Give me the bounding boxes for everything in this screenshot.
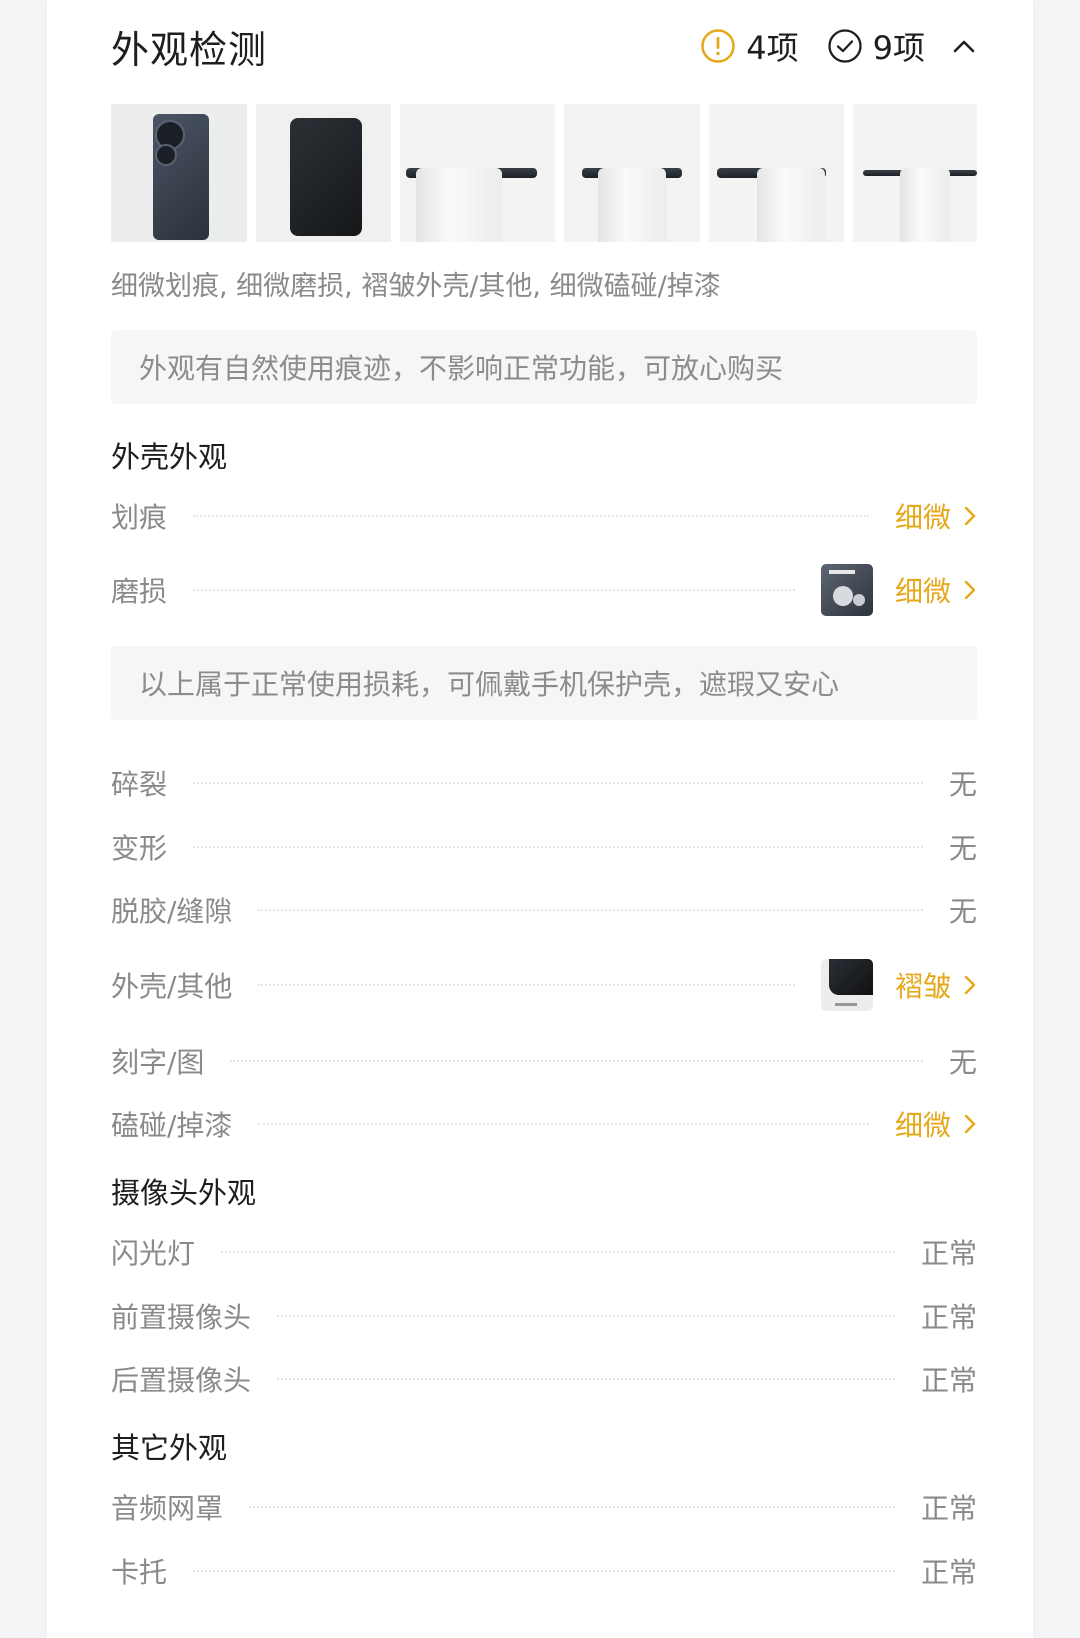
row-value: 细微: [894, 1109, 951, 1142]
row-label: 闪光灯: [111, 1237, 196, 1270]
photo-side-1[interactable]: [400, 104, 555, 242]
inspection-row-rear-camera: 后置摄像头 正常: [111, 1353, 977, 1405]
photo-back[interactable]: [111, 104, 247, 242]
warning-count-label: 4项: [746, 29, 799, 67]
appearance-note: 外观有自然使用痕迹，不影响正常功能，可放心购买: [111, 330, 977, 404]
row-label: 磕碰/掉漆: [111, 1109, 233, 1142]
row-label: 后置摄像头: [111, 1364, 252, 1397]
section-shell-title: 外壳外观: [111, 440, 228, 474]
row-value: 无: [948, 768, 977, 801]
check-circle-icon: [827, 29, 862, 63]
wear-photo-thumbnail[interactable]: [820, 564, 873, 616]
row-label: 刻字/图: [111, 1046, 205, 1079]
row-label: 外壳/其他: [111, 970, 233, 1003]
leader-line: [249, 1506, 895, 1508]
row-value: 正常: [920, 1492, 977, 1525]
inspection-row-front-camera: 前置摄像头 正常: [111, 1290, 977, 1342]
row-label: 前置摄像头: [111, 1301, 252, 1334]
inspection-row-engraving: 刻字/图 无: [111, 1035, 977, 1087]
row-label: 卡托: [111, 1556, 168, 1589]
photo-front[interactable]: [255, 104, 392, 242]
defect-summary: 细微划痕, 细微磨损, 褶皱外壳/其他, 细微磕碰/掉漆: [111, 271, 721, 302]
leader-line: [230, 1060, 923, 1062]
leader-line: [221, 1251, 895, 1253]
leader-line: [258, 1123, 869, 1125]
leader-line: [193, 1570, 895, 1572]
leader-line: [277, 1378, 895, 1380]
row-label: 碎裂: [111, 768, 168, 801]
chevron-right-icon: [963, 973, 977, 997]
warning-icon: [701, 29, 735, 63]
row-value: 正常: [920, 1237, 977, 1270]
row-value: 褶皱: [894, 970, 951, 1003]
wear-note: 以上属于正常使用损耗，可佩戴手机保护壳，遮瑕又安心: [111, 646, 977, 720]
inspection-row-shell-other[interactable]: 外壳/其他 褶皱: [111, 959, 977, 1011]
inspection-row-crack: 碎裂 无: [111, 757, 977, 809]
row-value: 无: [948, 895, 977, 928]
row-value: 无: [948, 1046, 977, 1079]
row-label: 划痕: [111, 501, 168, 534]
pass-count: 9项: [827, 23, 925, 69]
photo-side-4[interactable]: [853, 104, 978, 242]
leader-line: [193, 782, 923, 784]
leader-line: [193, 589, 795, 591]
chevron-right-icon: [963, 578, 977, 602]
shell-photo-thumbnail[interactable]: [820, 959, 873, 1011]
inspection-row-speaker-mesh: 音频网罩 正常: [111, 1481, 977, 1533]
row-value: 正常: [920, 1364, 977, 1397]
inspection-row-deform: 变形 无: [111, 821, 977, 873]
row-label: 磨损: [111, 575, 168, 608]
leader-line: [277, 1315, 895, 1317]
inspection-row-flash: 闪光灯 正常: [111, 1226, 977, 1278]
chevron-up-icon: [953, 40, 975, 53]
row-label: 音频网罩: [111, 1492, 224, 1525]
card-header: 外观检测 4项 9项: [111, 18, 977, 74]
inspection-row-gap: 脱胶/缝隙 无: [111, 884, 977, 936]
row-value: 细微: [894, 575, 951, 608]
collapse-button[interactable]: [951, 33, 977, 59]
pass-count-label: 9项: [872, 29, 925, 67]
row-value: 正常: [920, 1556, 977, 1589]
inspection-row-wear[interactable]: 磨损 细微: [111, 564, 977, 616]
row-label: 变形: [111, 832, 168, 865]
warning-count: 4项: [700, 23, 799, 69]
row-value: 细微: [894, 501, 951, 534]
chevron-right-icon: [963, 504, 977, 528]
photo-gallery: [111, 104, 978, 242]
appearance-inspection-card: 外观检测 4项 9项 细微划痕, 细微磨损, 褶皱外壳/其他, 细微磕碰/掉漆 …: [47, 0, 1033, 1638]
row-value: 无: [948, 832, 977, 865]
row-label: 脱胶/缝隙: [111, 895, 233, 928]
section-camera-title: 摄像头外观: [111, 1176, 257, 1210]
photo-side-2[interactable]: [564, 104, 700, 242]
photo-side-3[interactable]: [708, 104, 845, 242]
leader-line: [193, 515, 869, 517]
inspection-row-scratch[interactable]: 划痕 细微: [111, 490, 977, 542]
inspection-row-sim-tray: 卡托 正常: [111, 1545, 977, 1597]
page-title: 外观检测: [111, 27, 268, 72]
inspection-row-dent[interactable]: 磕碰/掉漆 细微: [111, 1098, 977, 1150]
leader-line: [258, 984, 795, 986]
leader-line: [258, 909, 923, 911]
chevron-right-icon: [963, 1112, 977, 1136]
leader-line: [193, 846, 923, 848]
section-other-title: 其它外观: [111, 1431, 228, 1465]
row-value: 正常: [920, 1301, 977, 1334]
